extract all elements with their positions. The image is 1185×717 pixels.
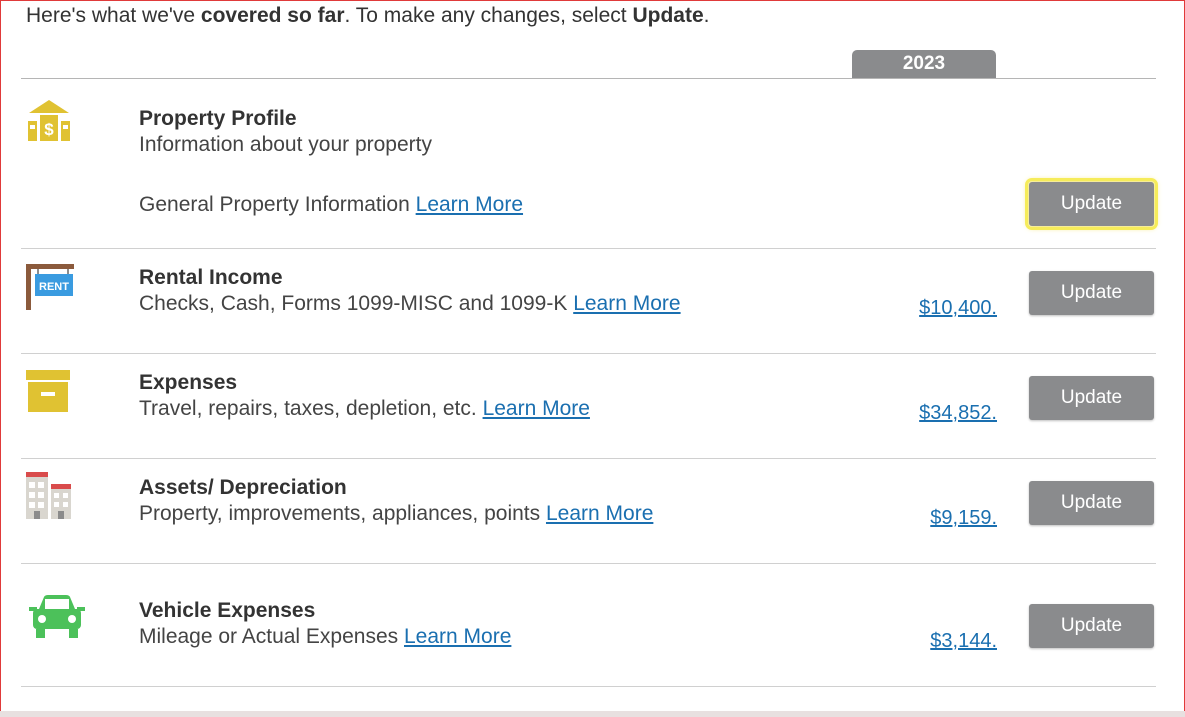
learn-more-link[interactable]: Learn More — [546, 502, 653, 525]
intro-suffix: . — [703, 4, 710, 27]
update-button-property-profile[interactable]: Update — [1025, 178, 1158, 230]
learn-more-link[interactable]: Learn More — [416, 193, 523, 216]
year-tab: 2023 — [852, 50, 996, 78]
row-detail: General Property Information Learn More — [139, 193, 523, 217]
row-subtitle: Property, improvements, appliances, poin… — [139, 502, 541, 525]
row-subtitle: Travel, repairs, taxes, depletion, etc. — [139, 397, 477, 420]
amount-link[interactable]: $10,400. — [919, 297, 997, 320]
row-divider — [21, 563, 1156, 564]
amount-link[interactable]: $3,144. — [930, 630, 997, 653]
row-subtitle-line: Property, improvements, appliances, poin… — [139, 502, 653, 526]
update-button-assets-depreciation[interactable]: Update — [1029, 481, 1154, 525]
row-divider — [21, 686, 1156, 687]
update-button-rental-income[interactable]: Update — [1029, 271, 1154, 315]
row-divider — [21, 353, 1156, 354]
property-money-icon: $ — [28, 100, 70, 141]
update-button-expenses[interactable]: Update — [1029, 376, 1154, 420]
svg-text:$: $ — [44, 120, 54, 139]
file-box-icon — [26, 370, 70, 412]
amount-link[interactable]: $9,159. — [930, 507, 997, 530]
row-subtitle: Checks, Cash, Forms 1099-MISC and 1099-K — [139, 292, 568, 315]
learn-more-link[interactable]: Learn More — [483, 397, 590, 420]
intro-text: Here's what we've covered so far. To mak… — [26, 4, 709, 28]
row-subtitle-line: Mileage or Actual Expenses Learn More — [139, 625, 511, 649]
row-subtitle: Mileage or Actual Expenses — [139, 625, 399, 648]
rent-sign-icon: RENT — [26, 264, 74, 310]
intro-bold-covered: covered so far — [200, 4, 345, 27]
detail-label: General Property Information — [139, 193, 410, 216]
row-title: Property Profile — [139, 107, 297, 130]
buildings-icon — [26, 472, 71, 519]
learn-more-link[interactable]: Learn More — [404, 625, 511, 648]
update-button-vehicle-expenses[interactable]: Update — [1029, 604, 1154, 648]
svg-text:RENT: RENT — [39, 281, 69, 293]
intro-prefix: Here's what we've — [26, 4, 201, 27]
row-subtitle: Information about your property — [139, 133, 432, 156]
learn-more-link[interactable]: Learn More — [573, 292, 680, 315]
row-divider — [21, 458, 1156, 459]
row-subtitle-line: Checks, Cash, Forms 1099-MISC and 1099-K… — [139, 292, 681, 316]
intro-middle: . To make any changes, select — [344, 4, 633, 27]
amount-link[interactable]: $34,852. — [919, 402, 997, 425]
intro-bold-update: Update — [632, 4, 704, 27]
row-title: Rental Income — [139, 266, 283, 289]
header-divider — [21, 78, 1156, 79]
row-title: Expenses — [139, 371, 238, 394]
row-divider — [21, 248, 1156, 249]
row-title: Assets/ Depreciation — [139, 476, 347, 499]
row-title: Vehicle Expenses — [139, 599, 316, 622]
bottom-scroll-edge — [0, 711, 1185, 717]
car-icon — [29, 595, 85, 638]
row-subtitle-line: Travel, repairs, taxes, depletion, etc. … — [139, 397, 590, 421]
